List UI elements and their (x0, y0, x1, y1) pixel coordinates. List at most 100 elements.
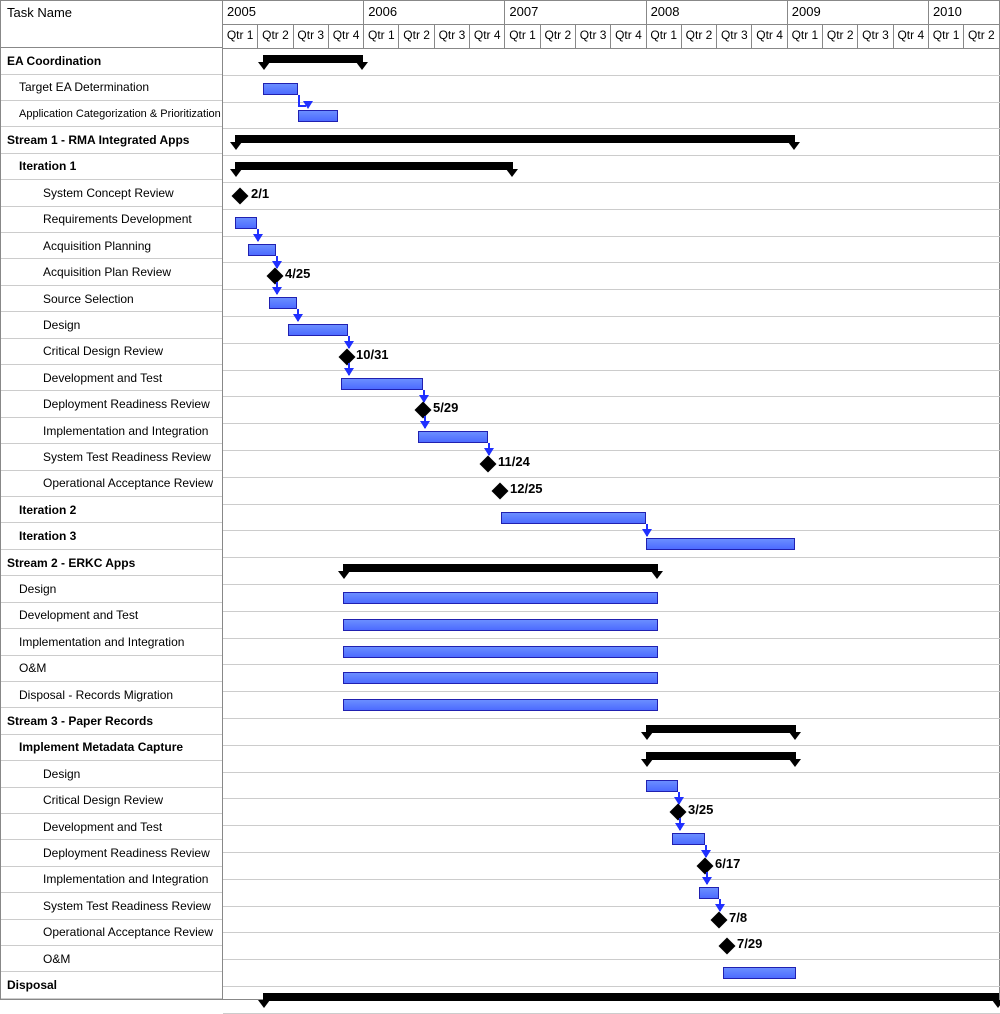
chart-row (223, 880, 1000, 907)
qtr-cell: Qtr 1 (505, 25, 540, 48)
chart-row: 10/31 (223, 344, 1000, 371)
chart-row (223, 76, 1000, 103)
chart-row (223, 424, 1000, 451)
qtr-cell: Qtr 1 (929, 25, 964, 48)
qtr-cell: Qtr 3 (435, 25, 470, 48)
chart-body: 2/1 4/25 (223, 49, 1000, 1014)
task-bar (343, 619, 658, 631)
task-bar (646, 538, 795, 550)
task-row: Application Categorization & Prioritizat… (1, 101, 222, 127)
task-header: Task Name (1, 1, 222, 48)
task-row: Deployment Readiness Review (1, 391, 222, 417)
task-row: Critical Design Review (1, 788, 222, 814)
milestone-label: 7/29 (737, 936, 762, 951)
milestone-label: 12/25 (510, 481, 543, 496)
task-row: Development and Test (1, 603, 222, 629)
task-bar (343, 699, 658, 711)
chart-row (223, 103, 1000, 130)
chart-area: 2005 2006 2007 2008 2009 2010 Qtr 1 Qtr … (223, 1, 1000, 999)
task-row: O&M (1, 946, 222, 972)
quarter-row: Qtr 1 Qtr 2 Qtr 3 Qtr 4 Qtr 1 Qtr 2 Qtr … (223, 25, 1000, 48)
task-bar (263, 83, 298, 95)
year-cell: 2007 (505, 1, 646, 24)
task-row: O&M (1, 656, 222, 682)
milestone-icon (339, 348, 356, 365)
chart-row (223, 531, 1000, 558)
task-bar (646, 780, 678, 792)
summary-bar (343, 564, 658, 572)
chart-row (223, 826, 1000, 853)
qtr-cell: Qtr 2 (258, 25, 293, 48)
task-row: Disposal - Records Migration (1, 682, 222, 708)
task-row: Design (1, 761, 222, 787)
task-row: Requirements Development (1, 207, 222, 233)
chart-row (223, 692, 1000, 719)
qtr-cell: Qtr 4 (611, 25, 646, 48)
chart-row (223, 317, 1000, 344)
task-row: Stream 1 - RMA Integrated Apps (1, 127, 222, 153)
task-bar (672, 833, 705, 845)
chart-row (223, 49, 1000, 76)
milestone-label: 11/24 (498, 454, 530, 469)
task-bar (699, 887, 719, 899)
chart-row: 4/25 (223, 263, 1000, 290)
summary-bar (646, 752, 796, 760)
task-row: Design (1, 312, 222, 338)
task-bar (343, 672, 658, 684)
task-row: Development and Test (1, 365, 222, 391)
year-cell: 2006 (364, 1, 505, 24)
milestone-icon (719, 938, 736, 955)
task-row: Operational Acceptance Review (1, 471, 222, 497)
task-row: Target EA Determination (1, 75, 222, 101)
chart-row: 11/24 (223, 451, 1000, 478)
task-row: Deployment Readiness Review (1, 840, 222, 866)
chart-row (223, 505, 1000, 532)
summary-bar (263, 55, 363, 63)
task-bar (418, 431, 488, 443)
milestone-icon (670, 804, 687, 821)
timeline-header: 2005 2006 2007 2008 2009 2010 Qtr 1 Qtr … (223, 1, 1000, 49)
chart-row (223, 773, 1000, 800)
chart-row (223, 129, 1000, 156)
milestone-label: 10/31 (356, 347, 389, 362)
task-bar (343, 646, 658, 658)
chart-row: 12/25 (223, 478, 1000, 505)
qtr-cell: Qtr 1 (364, 25, 399, 48)
chart-row: 6/17 (223, 853, 1000, 880)
task-row: Design (1, 576, 222, 602)
qtr-cell: Qtr 4 (894, 25, 929, 48)
task-bar (235, 217, 257, 229)
milestone-icon (232, 187, 249, 204)
qtr-cell: Qtr 2 (399, 25, 434, 48)
chart-row (223, 156, 1000, 183)
qtr-cell: Qtr 4 (752, 25, 787, 48)
milestone-label: 5/29 (433, 400, 458, 415)
milestone-label: 7/8 (729, 910, 747, 925)
qtr-cell: Qtr 4 (470, 25, 505, 48)
task-bar (288, 324, 348, 336)
year-row: 2005 2006 2007 2008 2009 2010 (223, 1, 1000, 25)
task-row: System Test Readiness Review (1, 444, 222, 470)
milestone-icon (267, 268, 284, 285)
chart-row (223, 746, 1000, 773)
gantt-chart: Task Name EA Coordination Target EA Dete… (0, 0, 1000, 1000)
task-row: Iteration 3 (1, 523, 222, 549)
task-row: Implementation and Integration (1, 629, 222, 655)
task-row: Disposal (1, 972, 222, 998)
task-row: System Test Readiness Review (1, 893, 222, 919)
chart-row: 7/8 (223, 907, 1000, 934)
chart-row (223, 585, 1000, 612)
summary-bar (646, 725, 796, 733)
task-row: Implementation and Integration (1, 867, 222, 893)
task-name-column: Task Name EA Coordination Target EA Dete… (1, 1, 223, 999)
chart-row (223, 719, 1000, 746)
summary-bar (235, 135, 795, 143)
year-cell: 2008 (647, 1, 788, 24)
milestone-icon (697, 857, 714, 874)
milestone-label: 3/25 (688, 802, 713, 817)
qtr-cell: Qtr 4 (329, 25, 364, 48)
chart-row (223, 558, 1000, 585)
qtr-cell: Qtr 1 (223, 25, 258, 48)
qtr-cell: Qtr 2 (541, 25, 576, 48)
task-bar (248, 244, 276, 256)
